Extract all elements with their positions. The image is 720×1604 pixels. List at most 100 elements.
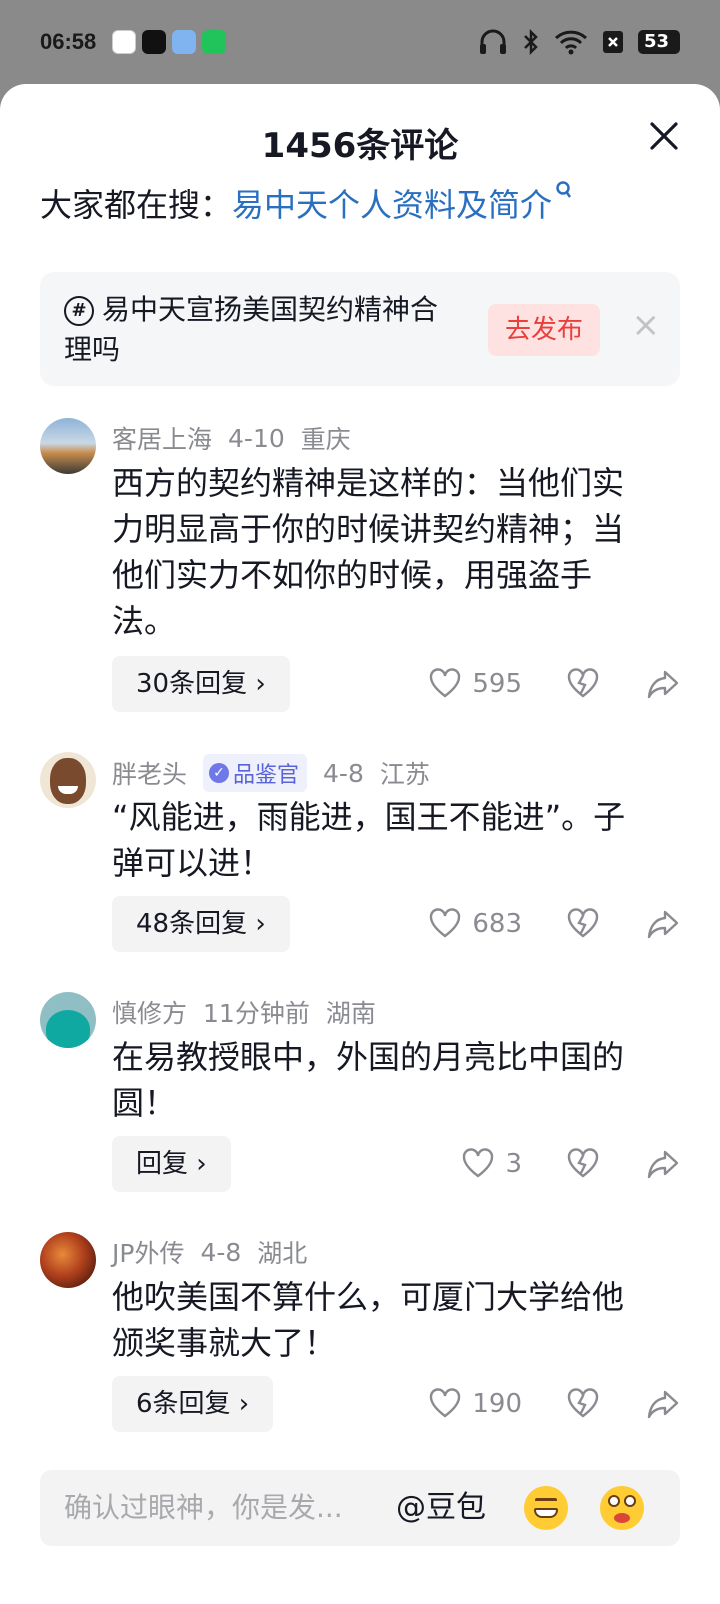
comment-location: 江苏	[379, 760, 430, 789]
status-right: 53	[478, 28, 680, 56]
avatar-face	[50, 758, 86, 804]
wifi-icon	[554, 30, 588, 55]
badge-label: 品鉴官	[233, 763, 300, 788]
comment-meta: JP外传 4-8 湖北	[112, 1234, 307, 1270]
avatar[interactable]	[40, 752, 96, 808]
close-icon[interactable]	[646, 118, 682, 154]
view-replies-button[interactable]: 回复 ›	[112, 1136, 231, 1192]
comment-item: 胖老头 ✓ 品鉴官 4-8 江苏 “风能进，雨能进，国王不能进”。子弹可以进！ 4…	[40, 752, 680, 952]
comments-title: 1456条评论	[261, 126, 459, 166]
comment-text[interactable]: “风能进，雨能进，国王不能进”。子弹可以进！	[112, 794, 642, 886]
comment-item: JP外传 4-8 湖北 他吹美国不算什么，可厦门大学给他颁奖事就大了！ 6条回复…	[40, 1232, 680, 1432]
share-icon[interactable]	[646, 1387, 680, 1421]
comments-sheet: 1456条评论 大家都在搜：易中天个人资料及简介 # 易中天宣扬美国契约精神合理吗…	[0, 84, 720, 1604]
comment-author[interactable]: JP外传	[112, 1234, 184, 1270]
comment-meta: 胖老头 ✓ 品鉴官 4-8 江苏	[112, 754, 430, 792]
topic-text: 易中天宣扬美国契约精神合理吗	[64, 293, 439, 366]
like-count: 3	[505, 1149, 522, 1179]
trending-search-link[interactable]: 易中天个人资料及简介	[232, 186, 552, 224]
like-count: 683	[472, 909, 522, 939]
comment-location: 重庆	[300, 425, 351, 454]
reply-label: 48条回复	[136, 909, 248, 939]
comment-location: 湖北	[257, 1239, 308, 1268]
dislike-icon[interactable]	[566, 907, 600, 941]
comment-actions: 3	[461, 1136, 680, 1192]
view-replies-button[interactable]: 30条回复 ›	[112, 656, 290, 712]
headphones-icon	[480, 29, 506, 54]
mention-button[interactable]: @豆包	[396, 1470, 486, 1546]
comment-date: 11分钟前	[203, 999, 310, 1028]
verified-icon: ✓	[209, 763, 230, 783]
reply-label: 回复	[136, 1149, 189, 1179]
status-time: 06:58	[40, 29, 97, 54]
hashtag-icon: #	[64, 296, 94, 326]
view-replies-button[interactable]: 48条回复 ›	[112, 896, 290, 952]
taster-badge: ✓ 品鉴官	[203, 754, 308, 792]
avatar-creature	[46, 1010, 90, 1048]
star-eyes-emoji-icon[interactable]	[600, 1486, 644, 1530]
comment-author[interactable]: 客居上海	[112, 420, 212, 456]
comment-text[interactable]: 他吹美国不算什么，可厦门大学给他颁奖事就大了！	[112, 1274, 652, 1366]
heart-icon	[430, 1388, 461, 1418]
comment-actions: 683	[428, 896, 680, 952]
star-eyes-left-eye	[608, 1495, 620, 1507]
trending-search-row: 大家都在搜：易中天个人资料及简介	[40, 180, 572, 226]
bluetooth-icon	[524, 28, 538, 56]
like-button[interactable]: 595	[428, 667, 522, 701]
close-box-icon	[603, 31, 623, 53]
heart-icon	[430, 908, 461, 938]
battery-icon: 53	[638, 30, 680, 54]
notification-icons	[112, 30, 227, 54]
dislike-icon[interactable]	[566, 1147, 600, 1181]
comment-item: 慎修方 11分钟前 湖南 在易教授眼中，外国的月亮比中国的圆！ 回复 › 3	[40, 992, 680, 1192]
comment-item: 客居上海 4-10 重庆 西方的契约精神是这样的：当他们实力明显高于你的时候讲契…	[40, 418, 680, 718]
like-button[interactable]: 190	[428, 1387, 522, 1421]
dislike-icon[interactable]	[566, 1387, 600, 1421]
reply-label: 6条回复	[136, 1389, 231, 1419]
comment-date: 4-8	[200, 1237, 242, 1267]
topic-text-wrap: # 易中天宣扬美国契约精神合理吗	[64, 290, 464, 370]
topic-card[interactable]: # 易中天宣扬美国契约精神合理吗 去发布 ×	[40, 272, 680, 386]
view-replies-button[interactable]: 6条回复 ›	[112, 1376, 274, 1432]
like-button[interactable]: 683	[428, 907, 522, 941]
star-eyes-mouth	[614, 1513, 630, 1523]
like-button[interactable]: 3	[461, 1147, 522, 1181]
star-eyes-right-eye	[624, 1495, 636, 1507]
comment-author[interactable]: 慎修方	[112, 994, 187, 1030]
comment-text[interactable]: 在易教授眼中，外国的月亮比中国的圆！	[112, 1034, 652, 1126]
home-app-icon	[112, 30, 137, 54]
comment-actions: 190	[428, 1376, 680, 1432]
comment-date: 4-10	[228, 423, 285, 453]
avatar[interactable]	[40, 992, 96, 1048]
status-bar: 06:58 53	[0, 0, 720, 84]
share-icon[interactable]	[646, 907, 680, 941]
trending-search-prefix: 大家都在搜：	[40, 186, 233, 224]
grin-emoji-teeth	[534, 1508, 558, 1518]
share-icon[interactable]	[646, 1147, 680, 1181]
share-icon[interactable]	[646, 667, 680, 701]
comment-text[interactable]: 西方的契约精神是这样的：当他们实力明显高于你的时候讲契约精神；当他们实力不如你的…	[112, 460, 652, 644]
weather-icon	[172, 30, 197, 54]
tiktok-icon	[142, 30, 167, 54]
grin-emoji-eyes	[535, 1498, 557, 1502]
comment-date: 4-8	[323, 758, 364, 788]
comment-input-placeholder: 确认过眼神，你是发...	[64, 1491, 343, 1524]
comment-input[interactable]: 确认过眼神，你是发... @豆包	[40, 1470, 680, 1546]
avatar[interactable]	[40, 418, 96, 474]
comment-meta: 客居上海 4-10 重庆	[112, 420, 351, 456]
comment-author[interactable]: 胖老头	[112, 755, 187, 791]
comment-actions: 595	[428, 656, 680, 712]
heart-icon	[463, 1148, 494, 1178]
dismiss-topic-icon[interactable]: ×	[632, 308, 661, 342]
grin-emoji-icon[interactable]	[524, 1486, 568, 1530]
comment-location: 湖南	[325, 999, 376, 1028]
reply-label: 30条回复	[136, 669, 248, 699]
heart-icon	[430, 668, 461, 698]
dislike-icon[interactable]	[566, 667, 600, 701]
like-count: 190	[472, 1389, 522, 1419]
like-count: 595	[472, 669, 522, 699]
search-icon[interactable]	[554, 180, 572, 202]
avatar[interactable]	[40, 1232, 96, 1288]
publish-button[interactable]: 去发布	[488, 304, 600, 356]
comment-meta: 慎修方 11分钟前 湖南	[112, 994, 376, 1030]
